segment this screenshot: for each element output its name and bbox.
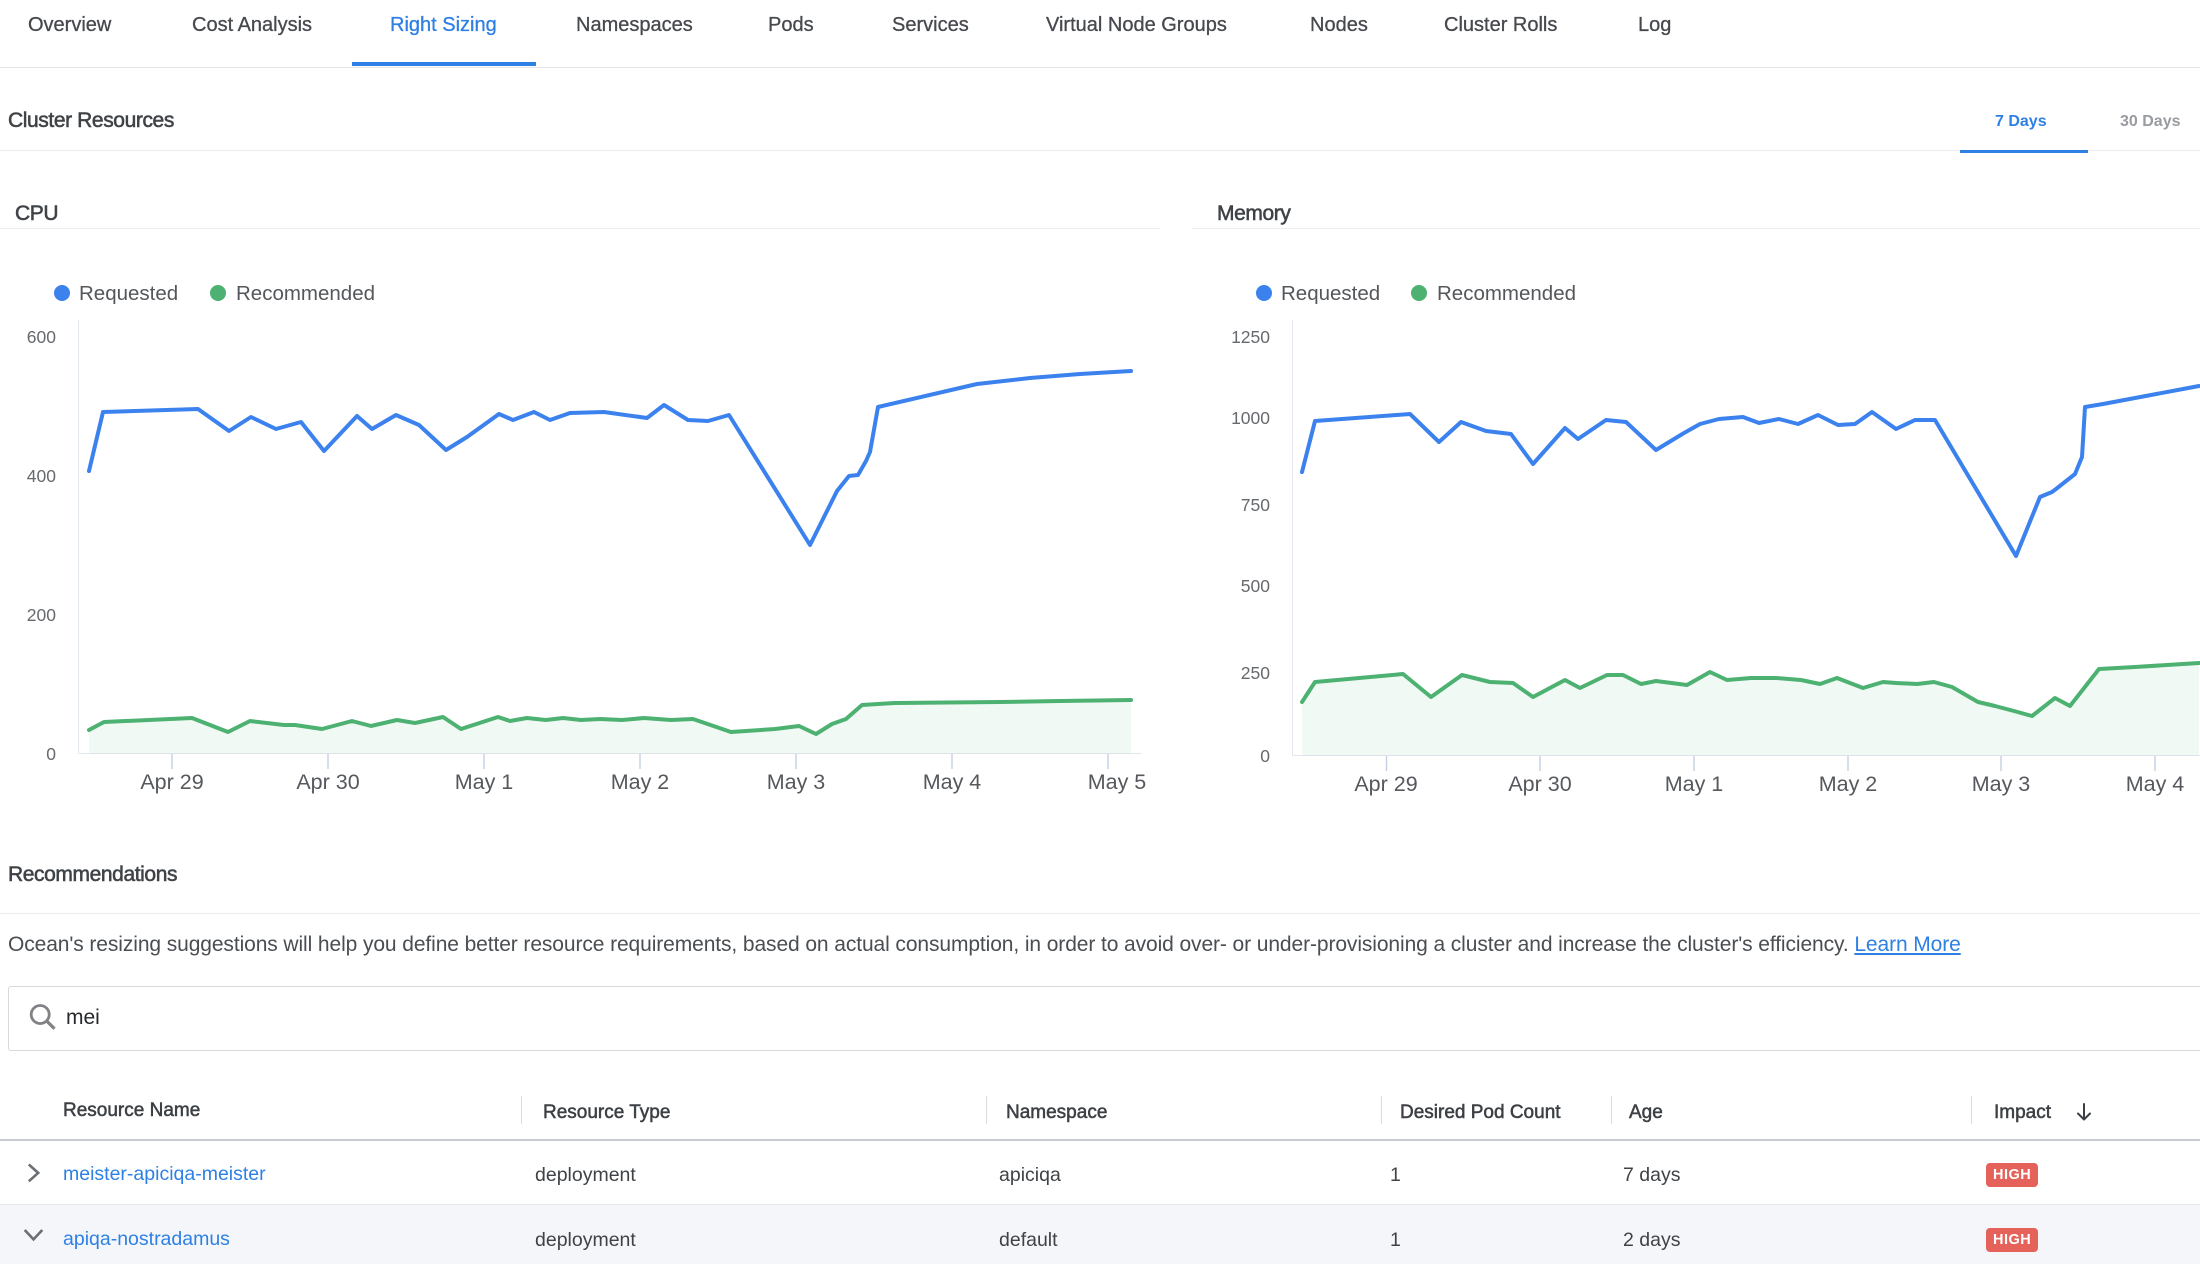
svg-text:0: 0 (1260, 746, 1270, 766)
svg-text:Recommended: Recommended (236, 282, 375, 305)
svg-text:Requested: Requested (79, 282, 178, 305)
svg-text:400: 400 (27, 466, 56, 486)
svg-text:May 1: May 1 (1665, 772, 1724, 796)
svg-text:May 5: May 5 (1088, 770, 1147, 794)
svg-text:250: 250 (1241, 663, 1270, 683)
svg-text:Apr 30: Apr 30 (1508, 772, 1571, 796)
svg-text:May 1: May 1 (455, 770, 514, 794)
svg-text:May 4: May 4 (2126, 772, 2185, 796)
svg-text:May 4: May 4 (923, 770, 982, 794)
svg-text:May 3: May 3 (767, 770, 826, 794)
svg-text:May 2: May 2 (611, 770, 670, 794)
svg-text:0: 0 (46, 744, 56, 764)
svg-text:1000: 1000 (1231, 408, 1270, 428)
svg-text:600: 600 (27, 327, 56, 347)
svg-text:Requested: Requested (1281, 282, 1380, 305)
svg-text:750: 750 (1241, 495, 1270, 515)
svg-text:Recommended: Recommended (1437, 282, 1576, 305)
svg-text:200: 200 (27, 605, 56, 625)
svg-text:May 2: May 2 (1819, 772, 1878, 796)
svg-text:Apr 29: Apr 29 (140, 770, 203, 794)
svg-text:May 3: May 3 (1972, 772, 2031, 796)
svg-text:Apr 29: Apr 29 (1354, 772, 1417, 796)
svg-text:1250: 1250 (1231, 327, 1270, 347)
svg-text:500: 500 (1241, 576, 1270, 596)
svg-text:Apr 30: Apr 30 (296, 770, 359, 794)
